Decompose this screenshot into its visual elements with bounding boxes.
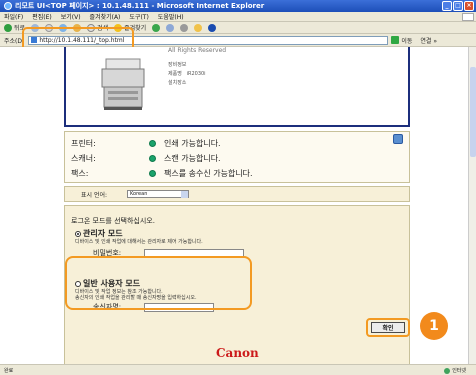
- menu-favorites[interactable]: 즐겨찾기(A): [90, 12, 121, 21]
- maximize-button[interactable]: □: [453, 1, 463, 11]
- status-ok-icon: [149, 170, 156, 177]
- ok-button[interactable]: 확인: [371, 322, 405, 333]
- globe-icon: [444, 367, 451, 374]
- menu-edit[interactable]: 편집(E): [32, 12, 52, 21]
- menu-view[interactable]: 보기(V): [61, 12, 81, 21]
- menu-file[interactable]: 파일(F): [4, 12, 23, 21]
- status-bar: 완료 인터넷: [0, 364, 476, 375]
- status-row-scanner: 스캐너: 스캔 가능합니다.: [71, 153, 221, 164]
- back-arrow-icon: [4, 23, 12, 32]
- chevron-down-icon: [181, 191, 189, 198]
- canon-logo: Canon: [216, 346, 259, 360]
- status-row-printer: 프린터: 인쇄 가능합니다.: [71, 138, 221, 149]
- title-bar: 리모트 UI<TOP 페이지> : 10.1.48.111 - Microsof…: [0, 0, 476, 12]
- status-bar-text: 완료: [4, 367, 14, 374]
- go-button[interactable]: 이동: [391, 36, 412, 45]
- vertical-scrollbar[interactable]: [468, 47, 476, 364]
- window-title: 리모트 UI<TOP 페이지> : 10.1.48.111 - Microsof…: [15, 2, 265, 10]
- security-zone: 인터넷: [444, 367, 466, 374]
- windows-logo-icon: [462, 13, 474, 21]
- status-label: 팩스:: [71, 169, 89, 178]
- copyright-text: All Rights Reserved: [168, 47, 227, 54]
- status-text: 팩스를 송수신 가능합니다.: [164, 169, 253, 178]
- language-label: 표시 언어:: [81, 191, 108, 199]
- ie-icon: [4, 2, 12, 10]
- admin-mode-desc: 디바이스 및 인쇄 작업에 대해서는 관리자로 제어 가능합니다.: [75, 239, 203, 245]
- messenger-icon[interactable]: [208, 23, 217, 32]
- device-card: All Rights Reserved 장비정보 제품명 iR2030i 설치장…: [64, 47, 410, 127]
- go-arrow-icon: [391, 36, 400, 44]
- page-content: All Rights Reserved 장비정보 제품명 iR2030i 설치장…: [0, 47, 468, 364]
- login-prompt: 로그온 모드를 선택하십시오.: [71, 217, 155, 225]
- language-panel: 표시 언어: Korean: [64, 186, 410, 202]
- mail-icon[interactable]: [166, 23, 175, 32]
- status-text: 스캔 가능합니다.: [164, 154, 221, 163]
- status-text: 인쇄 가능합니다.: [164, 139, 221, 148]
- links-label[interactable]: 연결 »: [420, 36, 437, 45]
- menu-help[interactable]: 도움말(H): [158, 12, 184, 21]
- printer-image: [101, 58, 145, 110]
- go-label: 이동: [401, 37, 413, 45]
- status-ok-icon: [149, 155, 156, 162]
- device-info: 장비정보 제품명 iR2030i 설치장소: [168, 61, 206, 88]
- history-icon[interactable]: [152, 23, 161, 32]
- product-name-label: 제품명: [168, 71, 182, 77]
- step-number-badge: 1: [420, 312, 448, 340]
- menu-tools[interactable]: 도구(T): [129, 12, 148, 21]
- refresh-status-button[interactable]: [393, 134, 403, 144]
- language-selected: Korean: [130, 191, 148, 197]
- status-ok-icon: [149, 140, 156, 147]
- location-label: 설치장소: [168, 80, 187, 86]
- print-icon[interactable]: [180, 23, 189, 32]
- product-model: iR2030i: [186, 71, 206, 77]
- window-controls: _ □ ×: [442, 1, 474, 11]
- device-info-label: 장비정보: [168, 62, 187, 68]
- menu-bar: 파일(F) 편집(E) 보기(V) 즐겨찾기(A) 도구(T) 도움말(H): [0, 12, 476, 22]
- admin-mode-radio[interactable]: [75, 230, 81, 237]
- folder-icon[interactable]: [194, 23, 203, 32]
- zone-label: 인터넷: [452, 368, 466, 374]
- admin-mode-highlight: [65, 256, 252, 310]
- status-row-fax: 팩스: 팩스를 송수신 가능합니다.: [71, 168, 253, 179]
- scrollbar-thumb[interactable]: [470, 67, 476, 157]
- minimize-button[interactable]: _: [442, 1, 452, 11]
- close-button[interactable]: ×: [464, 1, 474, 11]
- status-label: 프린터:: [71, 139, 96, 148]
- product-name-row: 제품명 iR2030i: [168, 70, 206, 79]
- language-select[interactable]: Korean: [127, 190, 190, 198]
- status-label: 스캐너:: [71, 154, 96, 163]
- device-status-panel: 프린터: 인쇄 가능합니다. 스캐너: 스캔 가능합니다. 팩스: 팩스를 송수…: [64, 131, 410, 183]
